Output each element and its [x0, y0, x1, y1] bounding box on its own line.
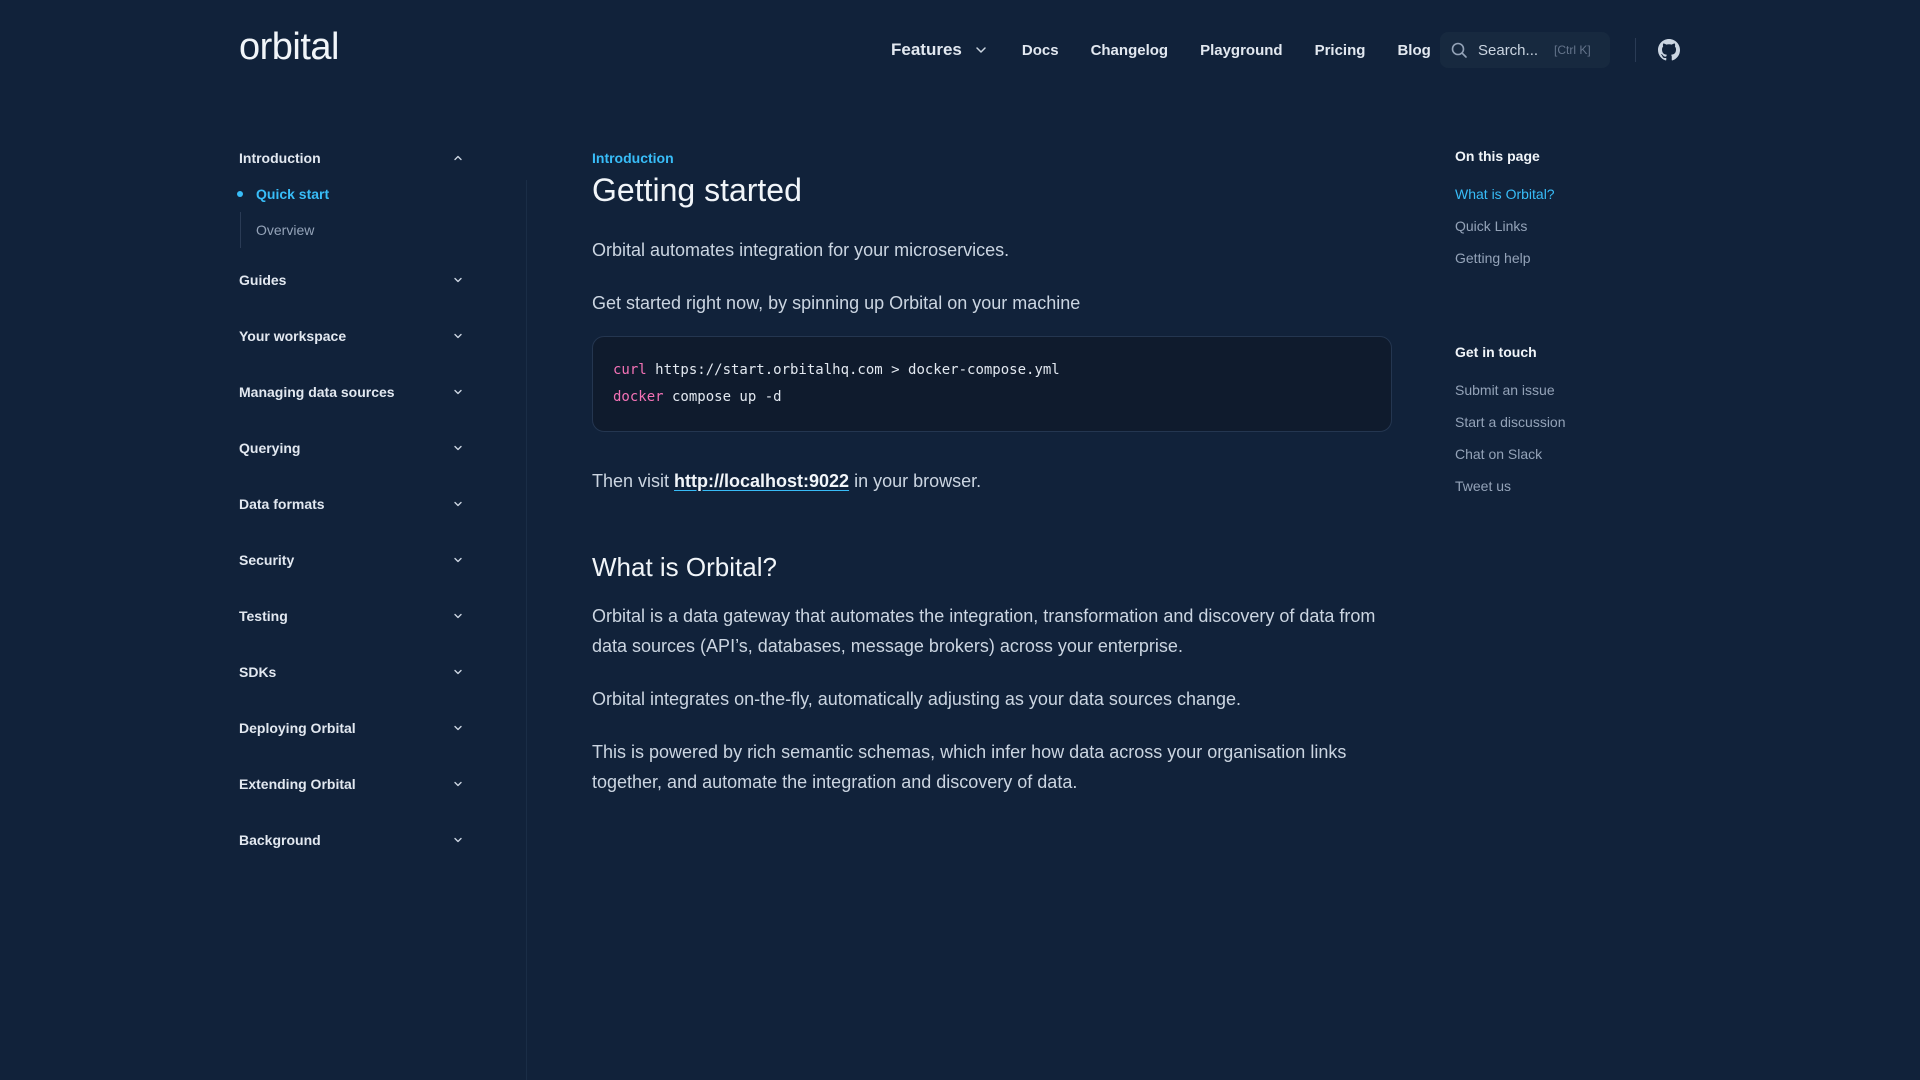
localhost-link[interactable]: http://localhost:9022 — [674, 471, 849, 491]
sidebar-section-introduction[interactable]: Introduction — [239, 140, 464, 176]
sidebar-section-title: SDKs — [239, 664, 277, 680]
chevron-down-icon — [454, 669, 462, 675]
sidebar-section-title: Data formats — [239, 496, 325, 512]
sidebar-guide-line — [240, 212, 241, 248]
code-block[interactable]: curl https://start.orbitalhq.com > docke… — [592, 336, 1392, 432]
sidebar-item-quick-start[interactable]: Quick start — [237, 176, 464, 212]
contact-chat-slack[interactable]: Chat on Slack — [1455, 444, 1655, 476]
page-title: Getting started — [592, 172, 802, 208]
section-eyebrow: Introduction — [592, 150, 674, 166]
search-icon — [1451, 42, 1467, 58]
chevron-down-icon — [454, 445, 462, 451]
sidebar-section-title: Security — [239, 552, 295, 568]
sidebar-section-sdks[interactable]: SDKs — [239, 644, 464, 700]
chevron-down-icon — [454, 501, 462, 507]
toc-item-quick-links[interactable]: Quick Links — [1455, 216, 1655, 248]
toc-list: What is Orbital? Quick Links Getting hel… — [1455, 184, 1655, 280]
what-is-paragraph-1: Orbital is a data gateway that automates… — [592, 606, 1376, 656]
sidebar-section-security[interactable]: Security — [239, 532, 464, 588]
nav-blog[interactable]: Blog — [1397, 42, 1430, 59]
code-text: compose up -d — [663, 389, 782, 405]
code-text: https://start.orbitalhq.com > docker-com… — [646, 362, 1060, 378]
visit-prefix: Then visit — [592, 471, 675, 491]
site-header: orbital Features Docs Changelog Playgrou… — [0, 0, 1920, 100]
search-shortcut: [Ctrl K] — [1554, 43, 1591, 57]
sidebar-section-title: Background — [239, 832, 321, 848]
sidebar-section-data-formats[interactable]: Data formats — [239, 476, 464, 532]
visit-paragraph: Then visit http://localhost:9022 in your… — [592, 466, 1392, 496]
chevron-down-icon — [454, 557, 462, 563]
main-content: Introduction Getting started Orbital aut… — [592, 150, 1392, 797]
active-dot-icon — [237, 191, 243, 197]
table-of-contents: On this page What is Orbital? Quick Link… — [1455, 148, 1655, 508]
code-line: curl https://start.orbitalhq.com > docke… — [613, 357, 1371, 384]
code-line: docker compose up -d — [613, 384, 1371, 411]
visit-suffix: in your browser. — [849, 471, 982, 491]
sidebar-section-extending-orbital[interactable]: Extending Orbital — [239, 756, 464, 812]
sidebar-section-title: Managing data sources — [239, 384, 395, 400]
sidebar-section-querying[interactable]: Querying — [239, 420, 464, 476]
nav-changelog[interactable]: Changelog — [1091, 42, 1169, 59]
search-button[interactable]: Search... [Ctrl K] — [1440, 32, 1610, 68]
code-keyword: docker — [613, 389, 664, 405]
chevron-down-icon — [976, 47, 986, 53]
chevron-up-icon — [454, 155, 462, 161]
sidebar-section-title: Your workspace — [239, 328, 347, 344]
sidebar-section-title: Introduction — [239, 150, 321, 166]
sidebar-section-title: Deploying Orbital — [239, 720, 356, 736]
sidebar-section-your-workspace[interactable]: Your workspace — [239, 308, 464, 364]
chevron-down-icon — [454, 781, 462, 787]
sidebar-section-deploying-orbital[interactable]: Deploying Orbital — [239, 700, 464, 756]
toc-heading: On this page — [1455, 148, 1540, 164]
chevron-down-icon — [454, 277, 462, 283]
sidebar-section-managing-data-sources[interactable]: Managing data sources — [239, 364, 464, 420]
intro-paragraph: Orbital automates integration for your m… — [592, 240, 1010, 260]
nav-features-label: Features — [891, 40, 962, 59]
github-icon[interactable] — [1658, 39, 1680, 61]
sidebar-section-title: Querying — [239, 440, 301, 456]
get-started-paragraph: Get started right now, by spinning up Or… — [592, 293, 1081, 313]
chevron-down-icon — [454, 333, 462, 339]
chevron-down-icon — [454, 837, 462, 843]
get-in-touch-heading: Get in touch — [1455, 344, 1537, 360]
sidebar-section-title: Guides — [239, 272, 287, 288]
sidebar-item-label: Quick start — [256, 186, 330, 202]
nav-features[interactable]: Features — [891, 40, 988, 60]
what-is-paragraph-2: Orbital integrates on-the-fly, automatic… — [592, 689, 1242, 709]
search-placeholder: Search... — [1478, 41, 1539, 59]
main-nav: Features Docs Changelog Playground Prici… — [891, 38, 1431, 62]
nav-pricing[interactable]: Pricing — [1315, 42, 1366, 59]
orbital-logo[interactable]: orbital — [239, 26, 340, 69]
sidebar-section-title: Testing — [239, 608, 288, 624]
code-keyword: curl — [613, 362, 647, 378]
contact-list: Submit an issue Start a discussion Chat … — [1455, 380, 1655, 508]
toc-item-getting-help[interactable]: Getting help — [1455, 248, 1655, 280]
sidebar-item-overview[interactable]: Overview — [239, 212, 464, 248]
contact-tweet-us[interactable]: Tweet us — [1455, 476, 1655, 508]
nav-docs[interactable]: Docs — [1022, 42, 1059, 59]
sidebar-item-label: Overview — [256, 222, 315, 238]
sidebar-section-background[interactable]: Background — [239, 812, 464, 868]
contact-submit-issue[interactable]: Submit an issue — [1455, 380, 1655, 412]
contact-start-discussion[interactable]: Start a discussion — [1455, 412, 1655, 444]
what-is-paragraph-3: This is powered by rich semantic schemas… — [592, 742, 1347, 792]
sidebar-divider — [526, 180, 527, 1080]
toc-item-what-is-orbital[interactable]: What is Orbital? — [1455, 184, 1655, 216]
docs-sidebar: Introduction Quick start Overview Guides… — [237, 140, 464, 868]
nav-playground[interactable]: Playground — [1200, 42, 1283, 59]
section-heading-what-is-orbital: What is Orbital? — [592, 552, 777, 582]
sidebar-section-guides[interactable]: Guides — [239, 252, 464, 308]
chevron-down-icon — [454, 725, 462, 731]
chevron-down-icon — [454, 389, 462, 395]
sidebar-section-title: Extending Orbital — [239, 776, 356, 792]
chevron-down-icon — [454, 613, 462, 619]
header-divider — [1635, 38, 1636, 62]
sidebar-section-testing[interactable]: Testing — [239, 588, 464, 644]
